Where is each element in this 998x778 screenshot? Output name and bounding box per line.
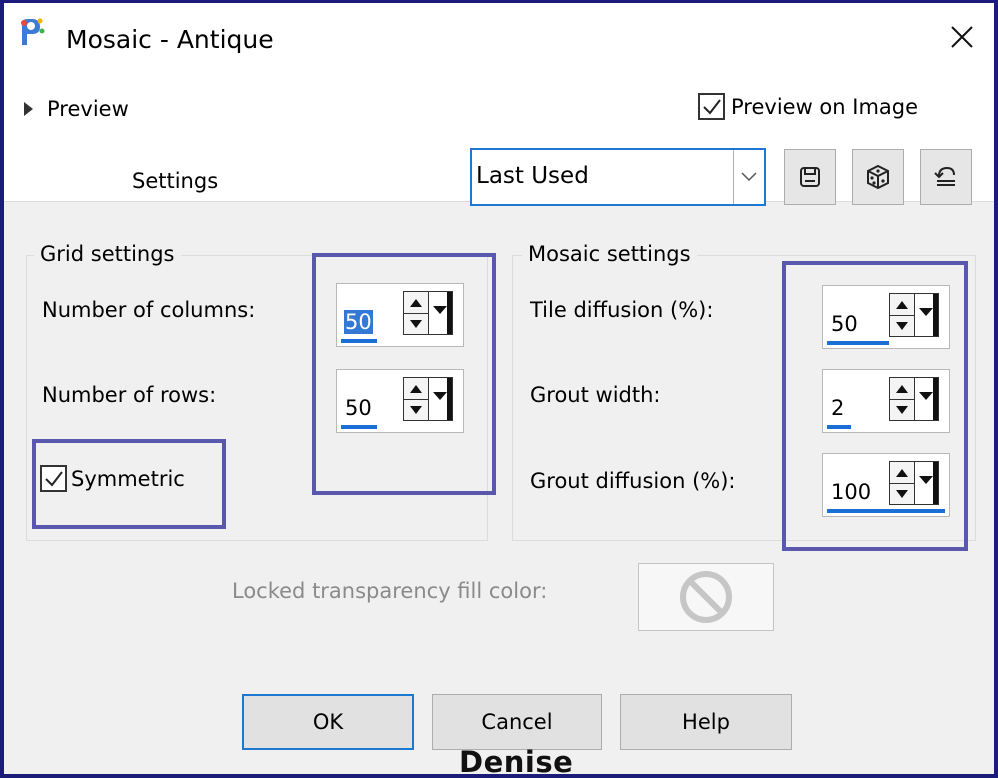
preset-dropdown[interactable]: Last Used <box>470 148 766 206</box>
preview-label: Preview <box>47 97 129 121</box>
preview-toggle[interactable]: Preview <box>24 95 129 123</box>
preview-on-image-label: Preview on Image <box>731 94 919 119</box>
ok-button[interactable]: OK <box>242 694 414 750</box>
mosaic-settings-title: Mosaic settings <box>522 242 697 266</box>
grid-settings-title: Grid settings <box>34 242 181 266</box>
close-icon <box>951 26 973 48</box>
grout-diffusion-label: Grout diffusion (%): <box>530 469 736 493</box>
randomize-icon <box>867 164 889 190</box>
columns-label: Number of columns: <box>42 298 256 322</box>
fill-color-swatch[interactable] <box>638 563 774 631</box>
close-button[interactable] <box>939 17 985 57</box>
locked-transparency-label: Locked transparency fill color: <box>232 579 548 603</box>
chevron-down-icon <box>741 172 757 182</box>
help-button[interactable]: Help <box>620 694 792 750</box>
preview-settings-area: Preview Preview on Image Settings Last U… <box>4 81 994 206</box>
no-color-icon <box>680 571 732 623</box>
grout-width-label: Grout width: <box>530 383 661 407</box>
preset-value: Last Used <box>476 163 589 189</box>
highlight-box-mosaic-values <box>782 261 968 551</box>
checkbox-box[interactable] <box>698 93 725 120</box>
highlight-box-symmetric <box>32 439 226 529</box>
preview-on-image-checkbox[interactable]: Preview on Image <box>698 93 918 120</box>
save-preset-button[interactable] <box>784 149 836 205</box>
tile-diffusion-label: Tile diffusion (%): <box>530 298 714 322</box>
expand-triangle-icon <box>24 102 33 116</box>
title-bar: Mosaic - Antique <box>4 3 994 81</box>
checkmark-icon <box>702 98 721 115</box>
window-title: Mosaic - Antique <box>66 25 274 54</box>
reset-icon <box>934 166 955 186</box>
highlight-box-grid-values <box>312 253 496 495</box>
preset-dropdown-arrow[interactable] <box>733 150 764 204</box>
settings-label: Settings <box>132 169 219 193</box>
rows-label: Number of rows: <box>42 383 217 407</box>
reset-button[interactable] <box>920 149 972 205</box>
app-icon <box>21 18 45 45</box>
save-preset-icon <box>800 167 820 187</box>
dialog-window: Mosaic - Antique Preview Preview on Imag… <box>0 0 998 778</box>
cancel-button[interactable]: Cancel <box>432 694 602 750</box>
signature-text: Denise <box>459 745 574 778</box>
randomize-button[interactable] <box>852 149 904 205</box>
